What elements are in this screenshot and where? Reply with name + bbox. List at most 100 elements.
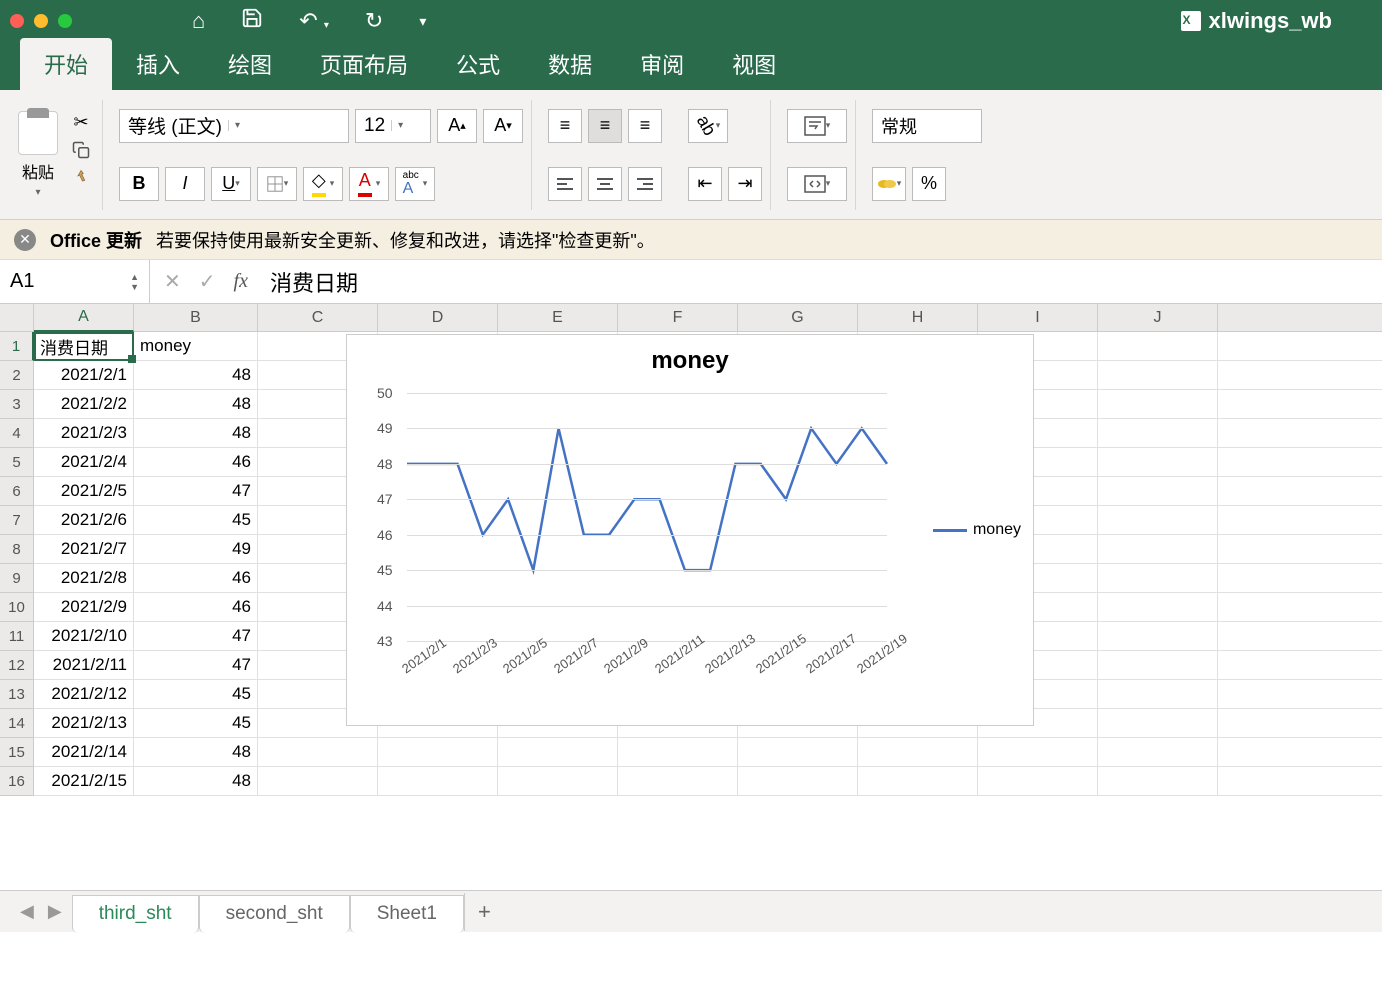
percent-button[interactable]: % xyxy=(912,167,946,201)
sheet-nav-prev-icon[interactable]: ◀ xyxy=(20,901,34,922)
add-sheet-button[interactable]: + xyxy=(464,893,504,931)
ribbon-tab-3[interactable]: 页面布局 xyxy=(296,38,432,90)
cut-icon[interactable]: ✂ xyxy=(68,111,94,133)
row-header[interactable]: 16 xyxy=(0,767,33,796)
cell[interactable]: 47 xyxy=(134,651,258,679)
cell[interactable] xyxy=(1098,651,1218,679)
copy-icon[interactable] xyxy=(68,139,94,161)
cell[interactable] xyxy=(1098,477,1218,505)
home-icon[interactable]: ⌂ xyxy=(192,8,205,34)
cell[interactable] xyxy=(1098,709,1218,737)
cell[interactable] xyxy=(858,738,978,766)
paste-dropdown-icon[interactable]: ▾ xyxy=(35,187,40,198)
row-header[interactable]: 8 xyxy=(0,535,33,564)
cell[interactable]: 47 xyxy=(134,622,258,650)
window-minimize-icon[interactable] xyxy=(34,14,48,28)
sheet-tab[interactable]: second_sht xyxy=(199,895,350,933)
cell[interactable] xyxy=(1098,419,1218,447)
spreadsheet-grid[interactable]: ABCDEFGHIJ 12345678910111213141516 消费日期m… xyxy=(0,304,1382,796)
column-header[interactable]: F xyxy=(618,304,738,331)
cell[interactable]: 2021/2/8 xyxy=(34,564,134,592)
paste-icon[interactable] xyxy=(18,111,58,155)
decrease-indent-button[interactable]: ⇤ xyxy=(688,167,722,201)
column-header[interactable]: D xyxy=(378,304,498,331)
column-header[interactable]: I xyxy=(978,304,1098,331)
cell[interactable]: 49 xyxy=(134,535,258,563)
ribbon-tab-0[interactable]: 开始 xyxy=(20,38,112,90)
borders-button[interactable]: ▾ xyxy=(257,167,297,201)
sheet-nav-next-icon[interactable]: ▶ xyxy=(48,901,62,922)
cell[interactable]: 2021/2/1 xyxy=(34,361,134,389)
cell[interactable]: 48 xyxy=(134,767,258,795)
row-header[interactable]: 15 xyxy=(0,738,33,767)
cell[interactable]: 47 xyxy=(134,477,258,505)
cell[interactable]: 48 xyxy=(134,738,258,766)
chevron-down-icon[interactable]: ▼ xyxy=(130,282,139,292)
cell[interactable]: 2021/2/15 xyxy=(34,767,134,795)
increase-font-button[interactable]: A▴ xyxy=(437,109,477,143)
cell[interactable] xyxy=(618,767,738,795)
currency-button[interactable]: ▾ xyxy=(872,167,906,201)
cell[interactable]: 2021/2/11 xyxy=(34,651,134,679)
row-header[interactable]: 1 xyxy=(0,332,34,361)
italic-button[interactable]: I xyxy=(165,167,205,201)
font-color-button[interactable]: A ▾ xyxy=(349,167,389,201)
cell[interactable] xyxy=(1098,506,1218,534)
cell[interactable] xyxy=(738,767,858,795)
ribbon-tab-7[interactable]: 视图 xyxy=(708,38,800,90)
cell[interactable] xyxy=(1098,390,1218,418)
cell[interactable] xyxy=(1098,535,1218,563)
cell[interactable]: money xyxy=(134,332,258,360)
select-all-corner[interactable] xyxy=(0,304,34,331)
align-left-button[interactable] xyxy=(548,167,582,201)
font-size-combo[interactable]: 12 ▾ xyxy=(355,109,431,143)
sheet-tab[interactable]: third_sht xyxy=(72,895,199,933)
align-center-button[interactable] xyxy=(588,167,622,201)
redo-icon[interactable]: ↻ xyxy=(365,8,383,34)
cell[interactable]: 46 xyxy=(134,564,258,592)
ribbon-tab-4[interactable]: 公式 xyxy=(432,38,524,90)
chevron-up-icon[interactable]: ▲ xyxy=(130,272,139,282)
cell[interactable]: 45 xyxy=(134,680,258,708)
cell[interactable] xyxy=(1098,738,1218,766)
fill-color-button[interactable]: ◇ ▾ xyxy=(303,167,343,201)
cell[interactable] xyxy=(978,738,1098,766)
cell[interactable] xyxy=(618,738,738,766)
cell[interactable] xyxy=(1098,564,1218,592)
cell[interactable] xyxy=(1098,361,1218,389)
sheet-tab[interactable]: Sheet1 xyxy=(350,895,464,933)
cell[interactable]: 2021/2/12 xyxy=(34,680,134,708)
cell[interactable]: 2021/2/13 xyxy=(34,709,134,737)
ribbon-tab-5[interactable]: 数据 xyxy=(524,38,616,90)
cell[interactable]: 2021/2/7 xyxy=(34,535,134,563)
save-icon[interactable] xyxy=(241,7,263,35)
row-header[interactable]: 2 xyxy=(0,361,33,390)
cell[interactable] xyxy=(258,738,378,766)
accept-formula-icon[interactable]: ✓ xyxy=(199,269,216,294)
cell[interactable] xyxy=(1098,448,1218,476)
row-header[interactable]: 3 xyxy=(0,390,33,419)
column-header[interactable]: J xyxy=(1098,304,1218,331)
ribbon-tab-6[interactable]: 审阅 xyxy=(616,38,708,90)
cell[interactable]: 2021/2/4 xyxy=(34,448,134,476)
row-header[interactable]: 13 xyxy=(0,680,33,709)
column-header[interactable]: G xyxy=(738,304,858,331)
chart[interactable]: money 43444546474849502021/2/12021/2/320… xyxy=(346,334,1034,726)
format-painter-icon[interactable] xyxy=(68,167,94,189)
bold-button[interactable]: B xyxy=(119,167,159,201)
row-header[interactable]: 11 xyxy=(0,622,33,651)
cell[interactable] xyxy=(498,767,618,795)
undo-icon[interactable]: ↶ ▾ xyxy=(299,8,329,34)
column-header[interactable]: A xyxy=(34,304,134,332)
cell[interactable] xyxy=(378,738,498,766)
column-header[interactable]: B xyxy=(134,304,258,331)
cell[interactable] xyxy=(978,767,1098,795)
decrease-font-button[interactable]: A▾ xyxy=(483,109,523,143)
row-header[interactable]: 9 xyxy=(0,564,33,593)
phonetic-button[interactable]: abcA ▾ xyxy=(395,167,435,201)
row-header[interactable]: 12 xyxy=(0,651,33,680)
name-box[interactable]: A1 ▲▼ xyxy=(0,260,150,303)
cell[interactable] xyxy=(1098,332,1218,360)
row-header[interactable]: 14 xyxy=(0,709,33,738)
cell[interactable]: 2021/2/9 xyxy=(34,593,134,621)
